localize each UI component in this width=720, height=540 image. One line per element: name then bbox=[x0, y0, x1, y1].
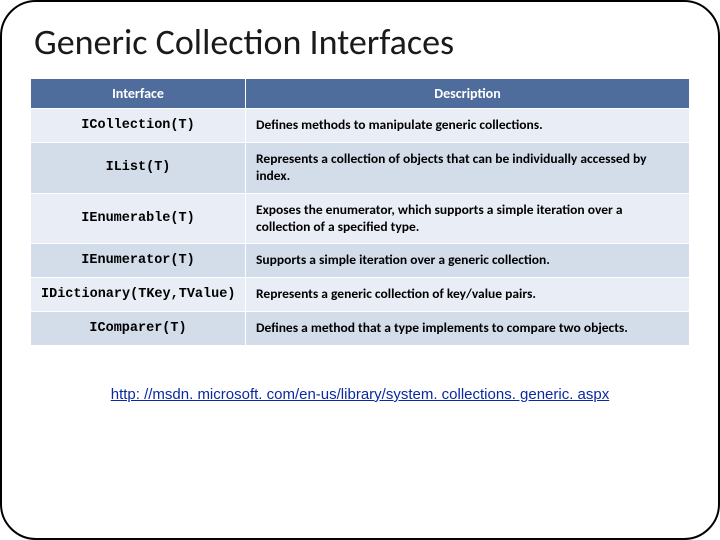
table-row: IList(T) Represents a collection of obje… bbox=[31, 142, 690, 193]
interface-name: IList(T) bbox=[31, 142, 246, 193]
interface-desc: Represents a generic collection of key/v… bbox=[246, 278, 690, 312]
table-row: IEnumerable(T) Exposes the enumerator, w… bbox=[31, 193, 690, 244]
table-row: IComparer(T) Defines a method that a typ… bbox=[31, 312, 690, 346]
table-row: IEnumerator(T) Supports a simple iterati… bbox=[31, 244, 690, 278]
page-title: Generic Collection Interfaces bbox=[34, 20, 690, 64]
interface-desc: Defines methods to manipulate generic co… bbox=[246, 109, 690, 143]
table-row: ICollection(T) Defines methods to manipu… bbox=[31, 109, 690, 143]
interface-desc: Defines a method that a type implements … bbox=[246, 312, 690, 346]
interface-name: IEnumerable(T) bbox=[31, 193, 246, 244]
header-description: Description bbox=[246, 79, 690, 109]
slide-frame: Generic Collection Interfaces Interface … bbox=[0, 0, 720, 540]
table-row: IDictionary(TKey,TValue) Represents a ge… bbox=[31, 278, 690, 312]
interface-desc: Supports a simple iteration over a gener… bbox=[246, 244, 690, 278]
interfaces-table: Interface Description ICollection(T) Def… bbox=[30, 78, 690, 346]
interface-name: IDictionary(TKey,TValue) bbox=[31, 278, 246, 312]
reference-link-row: http: //msdn. microsoft. com/en-us/libra… bbox=[30, 386, 690, 403]
header-interface: Interface bbox=[31, 79, 246, 109]
interface-desc: Represents a collection of objects that … bbox=[246, 142, 690, 193]
interface-name: IEnumerator(T) bbox=[31, 244, 246, 278]
interface-desc: Exposes the enumerator, which supports a… bbox=[246, 193, 690, 244]
interface-name: ICollection(T) bbox=[31, 109, 246, 143]
interface-name: IComparer(T) bbox=[31, 312, 246, 346]
table-header-row: Interface Description bbox=[31, 79, 690, 109]
msdn-link[interactable]: http: //msdn. microsoft. com/en-us/libra… bbox=[111, 386, 610, 403]
